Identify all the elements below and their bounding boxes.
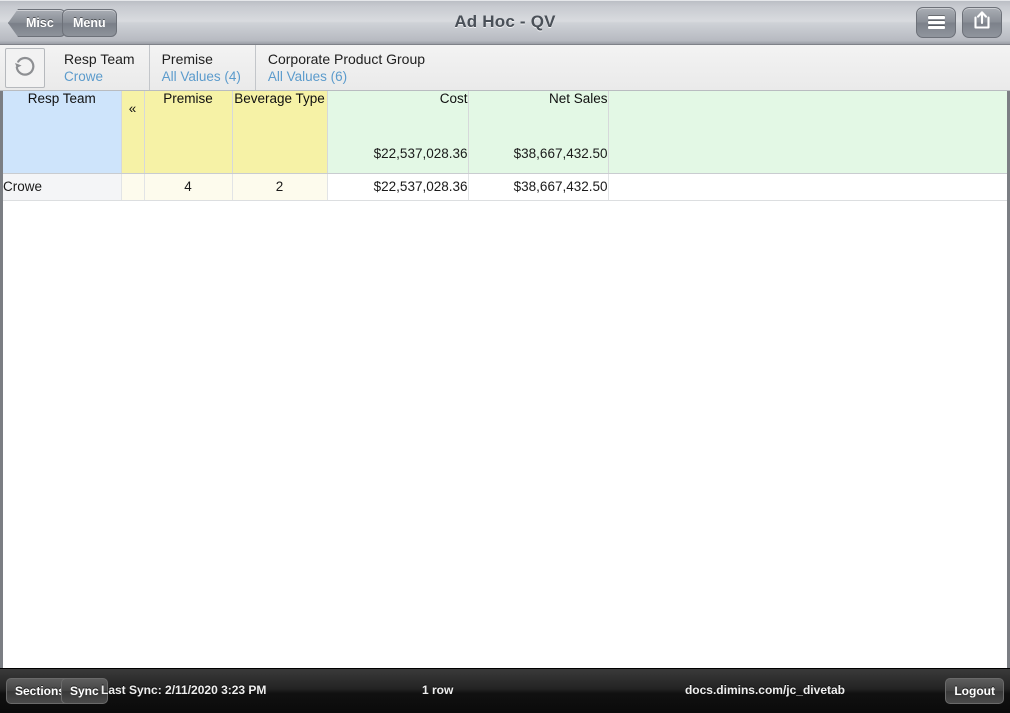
share-export-icon xyxy=(971,9,993,36)
app-window: Misc Menu Ad Hoc - QV xyxy=(0,0,1010,713)
filter-premise-value: All Values (4) xyxy=(162,68,241,86)
table-header-row: Resp Team « Premise Beverage Type Cost N… xyxy=(3,91,1007,143)
column-header-net-sales[interactable]: Net Sales xyxy=(468,91,608,143)
cell-chevron xyxy=(121,173,144,200)
column-header-beverage-type[interactable]: Beverage Type xyxy=(232,91,327,143)
logout-button-label: Logout xyxy=(954,684,995,698)
filter-bar: Resp Team Crowe Premise All Values (4) C… xyxy=(0,45,1010,91)
collapse-chevron-icon[interactable]: « xyxy=(121,91,144,143)
table-row[interactable]: Crowe 4 2 $22,537,028.36 $38,667,432.50 xyxy=(3,173,1007,200)
sync-button-label: Sync xyxy=(70,684,99,698)
title-bar: Misc Menu Ad Hoc - QV xyxy=(0,0,1010,45)
filter-corporate-product-group-value: All Values (6) xyxy=(268,68,425,86)
total-beverage-type xyxy=(232,143,327,173)
cell-resp-team[interactable]: Crowe xyxy=(3,173,121,200)
column-header-filler xyxy=(608,91,1007,143)
filter-list: Resp Team Crowe Premise All Values (4) C… xyxy=(52,45,1010,90)
column-header-premise[interactable]: Premise xyxy=(144,91,232,143)
share-export-button[interactable] xyxy=(962,7,1002,38)
total-filler xyxy=(608,143,1007,173)
total-net-sales: $38,667,432.50 xyxy=(468,143,608,173)
filter-premise-name: Premise xyxy=(162,51,241,68)
filter-premise[interactable]: Premise All Values (4) xyxy=(149,45,255,90)
cell-premise[interactable]: 4 xyxy=(144,173,232,200)
table-body: Crowe 4 2 $22,537,028.36 $38,667,432.50 xyxy=(3,173,1007,200)
data-table-container[interactable]: Resp Team « Premise Beverage Type Cost N… xyxy=(0,91,1010,668)
row-count-text: 1 row xyxy=(422,683,453,697)
hamburger-menu-icon xyxy=(928,14,945,32)
refresh-circular-arrow-icon xyxy=(11,52,39,85)
hamburger-menu-button[interactable] xyxy=(916,7,956,38)
filter-corporate-product-group[interactable]: Corporate Product Group All Values (6) xyxy=(255,45,439,90)
data-table: Resp Team « Premise Beverage Type Cost N… xyxy=(3,91,1007,201)
table-header: Resp Team « Premise Beverage Type Cost N… xyxy=(3,91,1007,173)
total-resp-team xyxy=(3,143,121,173)
table-totals-row: $22,537,028.36 $38,667,432.50 xyxy=(3,143,1007,173)
last-sync-text: Last Sync: 2/11/2020 3:23 PM xyxy=(101,683,266,697)
page-title: Ad Hoc - QV xyxy=(0,12,1010,32)
filter-resp-team-value: Crowe xyxy=(64,68,135,86)
cell-cost: $22,537,028.36 xyxy=(327,173,468,200)
cell-beverage-type[interactable]: 2 xyxy=(232,173,327,200)
status-bar: Sections Sync Last Sync: 2/11/2020 3:23 … xyxy=(0,668,1010,713)
host-text: docs.dimins.com/jc_divetab xyxy=(685,683,845,697)
total-premise xyxy=(144,143,232,173)
cell-net-sales: $38,667,432.50 xyxy=(468,173,608,200)
cell-filler xyxy=(608,173,1007,200)
total-chevron xyxy=(121,143,144,173)
total-cost: $22,537,028.36 xyxy=(327,143,468,173)
filter-resp-team-name: Resp Team xyxy=(64,51,135,68)
refresh-button[interactable] xyxy=(5,48,45,88)
filter-corporate-product-group-name: Corporate Product Group xyxy=(268,51,425,68)
sections-button-label: Sections xyxy=(15,684,65,698)
column-header-cost[interactable]: Cost xyxy=(327,91,468,143)
filter-resp-team[interactable]: Resp Team Crowe xyxy=(52,45,149,90)
logout-button[interactable]: Logout xyxy=(945,678,1004,704)
column-header-resp-team[interactable]: Resp Team xyxy=(3,91,121,143)
